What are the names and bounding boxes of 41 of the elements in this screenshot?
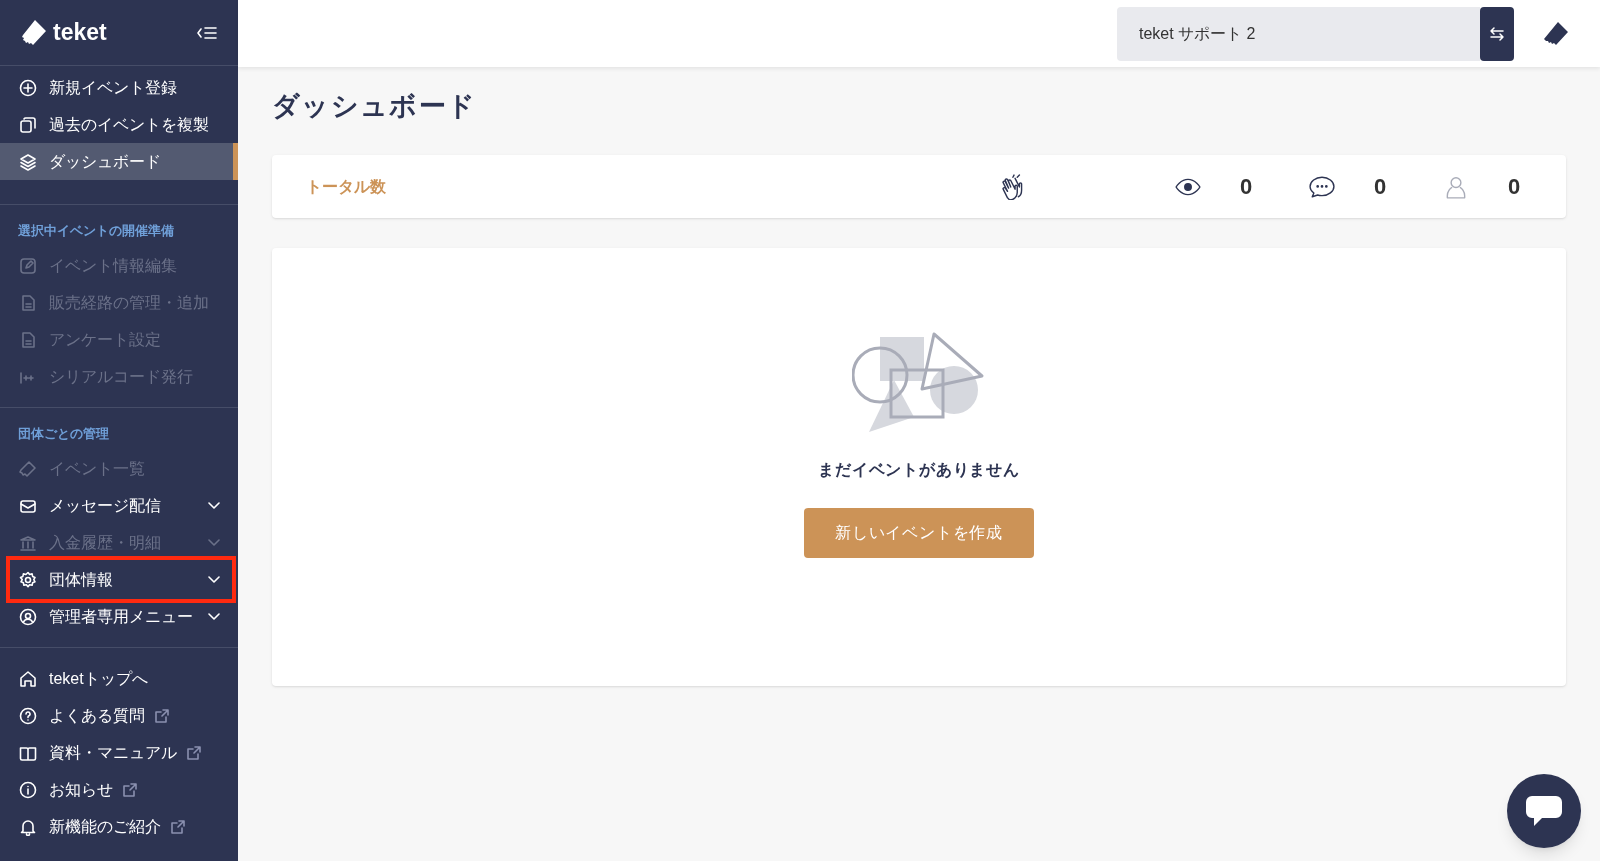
organization-value: teket サポート 2: [1139, 23, 1256, 44]
section-heading: 選択中イベントの開催準備: [17, 223, 175, 240]
stat-count: 0: [1374, 173, 1388, 201]
bell-icon: [19, 817, 37, 836]
sidebar-item[interactable]: よくある質問: [0, 697, 238, 734]
sidebar-item[interactable]: 新機能のご紹介: [0, 808, 238, 845]
gear-icon: [19, 570, 37, 589]
sidebar-item[interactable]: 新規イベント登録: [0, 69, 238, 106]
sidebar-item[interactable]: teketトップへ: [0, 660, 238, 697]
logo-text: teket: [53, 18, 107, 48]
info-circle-icon: [19, 780, 37, 799]
switch-button[interactable]: [1480, 6, 1514, 61]
sidebar-item[interactable]: ダッシュボード: [0, 143, 238, 180]
chat-button[interactable]: [1507, 774, 1581, 848]
ticket-icon: [19, 459, 37, 478]
sidebar-item[interactable]: 資料・マニュアル: [0, 734, 238, 771]
chat-bubble-icon: [1526, 796, 1562, 826]
home-icon: [19, 669, 37, 688]
collapse-menu-icon[interactable]: [196, 25, 218, 40]
help-circle-icon: [19, 706, 37, 725]
sidebar-item[interactable]: 過去のイベントを複製: [0, 106, 238, 143]
stat-count: 0: [1508, 173, 1522, 201]
sidebar-item[interactable]: お知らせ: [0, 771, 238, 808]
swap-arrows-icon: [1488, 24, 1506, 43]
totals-label: トータル数: [306, 176, 386, 197]
bank-icon: [19, 533, 37, 552]
empty-message: まだイベントがありません: [818, 460, 1020, 480]
layers-icon: [19, 152, 37, 171]
stat-count: 0: [1240, 173, 1254, 201]
document-icon: [19, 330, 37, 349]
document-icon: [19, 293, 37, 312]
plus-circle-icon: [19, 78, 37, 97]
section-heading: 団体ごとの管理: [17, 426, 110, 443]
user-circle-icon: [19, 607, 37, 626]
sidebar-item[interactable]: メッセージ配信: [0, 487, 238, 524]
edit-icon: [19, 256, 37, 275]
page-title: ダッシュボード: [272, 93, 478, 123]
sidebar-item[interactable]: 管理者専用メニュー: [0, 598, 238, 635]
organization-field[interactable]: teket サポート 2: [1117, 6, 1480, 61]
sidebar-item[interactable]: 団体情報: [0, 561, 238, 598]
copy-icon: [19, 115, 37, 134]
